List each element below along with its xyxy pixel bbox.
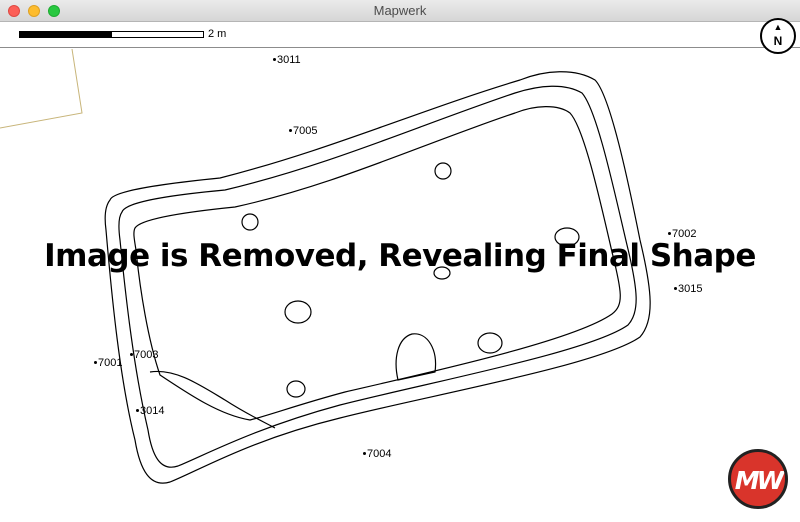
logo-text: MW xyxy=(734,466,784,495)
posthole xyxy=(434,162,452,180)
title-bar: Mapwerk xyxy=(0,0,800,22)
scale-bar xyxy=(19,31,204,38)
window-title: Mapwerk xyxy=(373,3,427,18)
point-7001: 7001 xyxy=(94,357,122,369)
point-7003: 7003 xyxy=(130,349,158,361)
feature-line xyxy=(149,370,276,429)
north-letter: N xyxy=(773,34,783,48)
point-3015: 3015 xyxy=(674,283,702,295)
toolbar: 2 m xyxy=(0,22,800,48)
middle-contour xyxy=(118,85,637,468)
posthole xyxy=(241,213,259,231)
point-3011: 3011 xyxy=(273,54,301,66)
scale-bar-fill xyxy=(20,32,112,37)
point-7005: 7005 xyxy=(289,125,317,137)
point-7004: 7004 xyxy=(363,448,391,460)
point-3014: 3014 xyxy=(136,405,164,417)
posthole xyxy=(286,380,306,398)
posthole xyxy=(284,300,312,324)
north-arrow-glyph: ▲ xyxy=(773,22,783,32)
outer-contour xyxy=(104,71,651,484)
boundary-line xyxy=(0,49,83,129)
mapwerk-logo: MW xyxy=(728,449,788,509)
posthole xyxy=(477,332,503,354)
posthole xyxy=(395,333,437,381)
scale-label: 2 m xyxy=(208,28,227,40)
overlay-caption: Image is Removed, Revealing Final Shape xyxy=(44,238,756,274)
